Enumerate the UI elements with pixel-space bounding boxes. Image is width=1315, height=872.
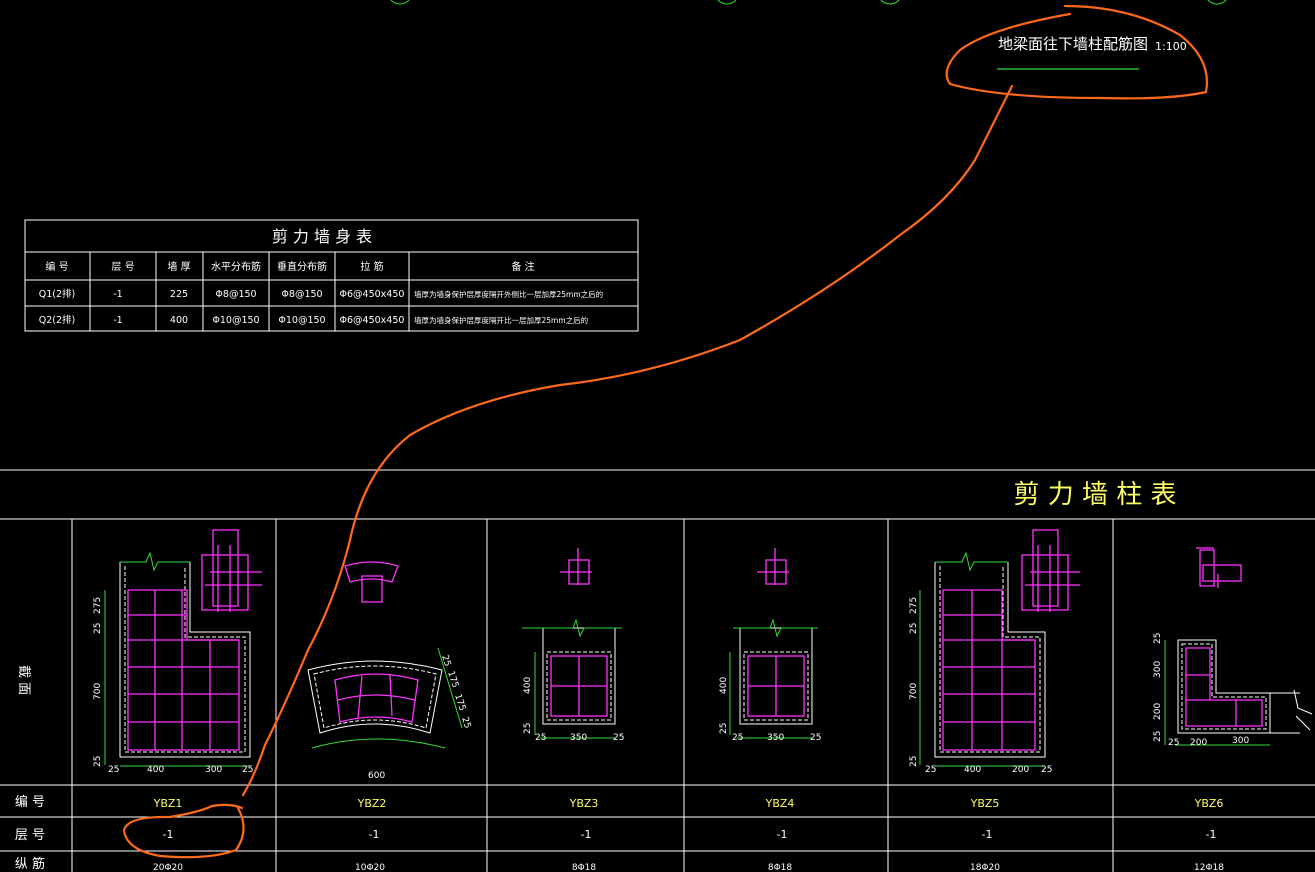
col3-floor: -1	[581, 828, 592, 841]
wall-row1-tie: Φ6@450x450	[340, 289, 405, 300]
ybz4-section-drawing: 400 25 25 350 25	[719, 548, 821, 743]
ybz6-dim-h1: 25	[1153, 633, 1163, 644]
wall-row2-tie: Φ6@450x450	[340, 315, 405, 326]
col4-bars: 8Φ18	[768, 863, 793, 872]
drawing-title-block: 地梁面往下墙柱配筋图 1:100	[997, 35, 1187, 70]
wall-row2-note: 墙厚为墙身保护层厚度隔开比一层加厚25mm之后的	[414, 315, 588, 325]
ybz1-dim-h5: 25	[93, 756, 103, 767]
col4-id: YBZ4	[765, 797, 795, 810]
ybz2-dim-r4: 25	[459, 716, 472, 730]
row-labels: 截 面 编 号 层 号 纵 筋	[15, 665, 45, 872]
ybz5-dim-h5: 25	[909, 756, 919, 767]
wall-header-tie: 拉 筋	[360, 260, 383, 273]
ybz2-dim-r2: 175	[445, 670, 460, 689]
row-label-floor: 层 号	[15, 828, 45, 843]
ybz1-dim-h4: 700	[93, 683, 103, 700]
ybz4-dim-h2: 25	[719, 723, 729, 734]
col3-id: YBZ3	[569, 797, 599, 810]
wall-row1-horiz: Φ8@150	[215, 289, 256, 300]
wall-row2-id: Q2(2排)	[39, 314, 75, 326]
ybz1-section-drawing: 25 275 700 25 25 400 300 25	[93, 529, 262, 775]
ybz1-dim-w3: 300	[205, 765, 222, 775]
col5-bars: 18Φ20	[970, 863, 1000, 872]
wall-row1-note: 墙厚为墙身保护层厚度隔开外侧比一层加厚25mm之后的	[414, 289, 603, 299]
wall-row2-vert: Φ10@150	[278, 315, 325, 326]
ybz3-dim-h2: 25	[523, 723, 533, 734]
ybz3-dim-w2: 350	[570, 733, 587, 743]
ybz1-dim-h1: 25	[93, 623, 103, 634]
wall-row2-floor: -1	[113, 315, 122, 326]
wall-row1-id: Q1(2排)	[39, 288, 75, 300]
ybz1-dim-h2: 275	[93, 597, 103, 614]
wall-body-table-text: 剪 力 墙 身 表 编 号 层 号 墙 厚 水平分布筋 垂直分布筋 拉 筋 备 …	[39, 227, 603, 326]
ybz6-dim-h4: 25	[1153, 731, 1163, 742]
drawing-title: 地梁面往下墙柱配筋图	[998, 35, 1148, 53]
row-label-bars: 纵 筋	[15, 856, 45, 872]
column-table-title: 剪 力 墙 柱 表	[1013, 480, 1176, 510]
wall-header-note: 备 注	[511, 260, 534, 273]
ybz3-dim-w3: 25	[613, 733, 624, 743]
col5-id: YBZ5	[970, 797, 1000, 810]
col1-floor: -1	[163, 828, 174, 841]
ybz6-dim-w3: 300	[1232, 736, 1249, 746]
col2-id: YBZ2	[357, 797, 387, 810]
col6-floor: -1	[1206, 828, 1217, 841]
col2-bars: 10Φ20	[355, 863, 385, 872]
row-label-section: 截 面	[16, 665, 31, 695]
col2-floor: -1	[369, 828, 380, 841]
ybz6-dim-w1: 25	[1168, 738, 1179, 748]
cad-drawing-canvas: 地梁面往下墙柱配筋图 1:100 剪 力 墙 身 表 编 号 层 号 墙 厚 水…	[0, 0, 1315, 872]
col1-bars: 20Φ20	[153, 863, 183, 872]
drawing-scale: 1:100	[1155, 40, 1187, 53]
ybz6-dim-h2: 300	[1153, 661, 1163, 678]
ybz5-dim-w1: 25	[925, 765, 936, 775]
column-values: YBZ1 YBZ2 YBZ3 YBZ4 YBZ5 YBZ6 -1 -1 -1 -…	[153, 797, 1225, 872]
ybz4-dim-w2: 350	[767, 733, 784, 743]
wall-header-horiz: 水平分布筋	[211, 260, 261, 273]
ybz4-dim-w1: 25	[732, 733, 743, 743]
wall-row1-vert: Φ8@150	[281, 289, 322, 300]
col6-id: YBZ6	[1194, 797, 1224, 810]
ybz4-dim-w3: 25	[810, 733, 821, 743]
ybz5-dim-w3: 200	[1012, 765, 1029, 775]
ybz6-section-drawing: 25 300 200 25 25 200 300	[1153, 547, 1313, 748]
ybz5-dim-h1: 25	[909, 623, 919, 634]
markup-floor-loop	[122, 803, 245, 859]
ybz5-dim-w2: 400	[964, 765, 981, 775]
ybz3-section-drawing: 400 25 25 350 25	[522, 548, 624, 743]
ybz2-dim-r1: 25	[439, 654, 452, 668]
row-label-id: 编 号	[15, 795, 45, 810]
ybz4-dim-h1: 400	[719, 677, 729, 694]
ybz5-section-drawing: 25 275 700 25 25 400 200 25	[909, 529, 1080, 775]
ybz5-dim-h2: 275	[909, 597, 919, 614]
col6-bars: 12Φ18	[1194, 863, 1224, 872]
wall-row1-thick: 225	[170, 289, 188, 300]
ybz3-dim-w1: 25	[535, 733, 546, 743]
grid-bubbles	[390, 0, 1227, 5]
ybz1-dim-w1: 25	[108, 765, 119, 775]
ybz5-dim-w4: 25	[1041, 765, 1052, 775]
col1-id: YBZ1	[153, 797, 183, 810]
ybz6-dim-w2: 200	[1190, 738, 1207, 748]
wall-header-thick: 墙 厚	[167, 260, 190, 273]
col3-bars: 8Φ18	[572, 863, 597, 872]
wall-header-id: 编 号	[45, 260, 68, 273]
wall-table-title: 剪 力 墙 身 表	[272, 227, 372, 246]
ybz1-dim-w4: 25	[242, 765, 253, 775]
ybz3-dim-h1: 400	[523, 677, 533, 694]
col4-floor: -1	[777, 828, 788, 841]
col5-floor: -1	[982, 828, 993, 841]
wall-header-floor: 层 号	[111, 261, 134, 273]
wall-header-vert: 垂直分布筋	[277, 260, 327, 273]
wall-row2-thick: 400	[170, 315, 188, 326]
markup-connector-line	[241, 84, 1014, 797]
ybz6-dim-h3: 200	[1153, 703, 1163, 720]
wall-row1-floor: -1	[113, 289, 122, 300]
ybz5-dim-h4: 700	[909, 683, 919, 700]
ybz1-dim-w2: 400	[147, 765, 164, 775]
wall-row2-horiz: Φ10@150	[212, 315, 259, 326]
ybz2-dim-r3: 175	[452, 693, 467, 712]
ybz2-dim-w: 600	[368, 771, 385, 781]
